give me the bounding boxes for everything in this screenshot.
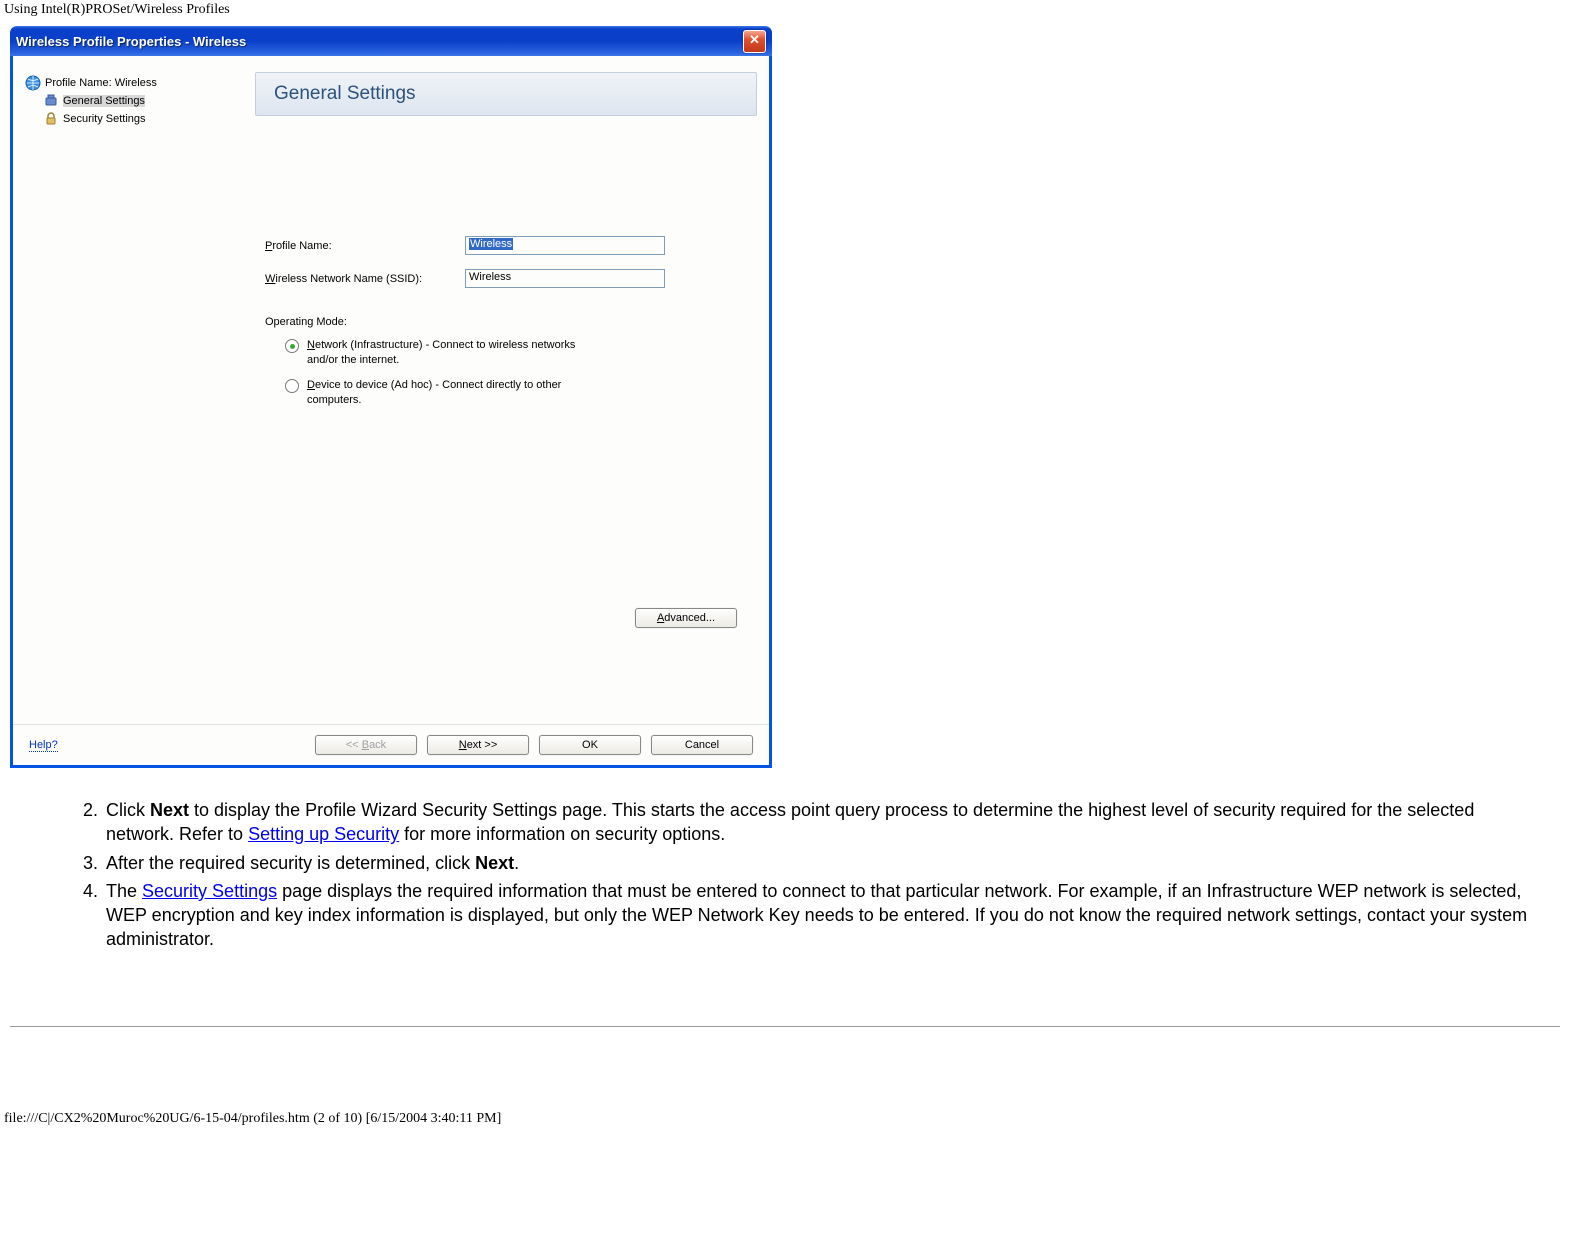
help-link[interactable]: Help? [29,739,58,752]
globe-icon [25,75,41,91]
page-header: Using Intel(R)PROSet/Wireless Profiles [0,0,1570,20]
next-button[interactable]: Next >> [427,735,529,755]
radio-infra-label: Network (Infrastructure) - Connect to wi… [307,338,587,368]
sidebar-security-label: Security Settings [63,113,146,125]
cancel-button[interactable]: Cancel [651,735,753,755]
ssid-input[interactable]: Wireless [465,269,665,288]
main-panel: General Settings Profile Name: Wireless … [255,72,757,712]
profile-name-label: Profile Name: [265,240,465,252]
sidebar-item-general[interactable]: General Settings [43,92,237,110]
dialog-screenshot: Wireless Profile Properties - Wireless ✕… [10,26,772,768]
close-icon[interactable]: ✕ [743,30,766,53]
panel-title: General Settings [255,72,757,116]
sidebar-general-label: General Settings [63,95,145,107]
ok-button[interactable]: OK [539,735,641,755]
divider [10,1026,1560,1027]
dialog-bottom-bar: Help? << Back Next >> OK Cancel [13,724,769,765]
wizard-sidebar: Profile Name: Wireless General Settings … [25,72,237,712]
window-title: Wireless Profile Properties - Wireless [16,34,743,49]
sidebar-item-security[interactable]: Security Settings [43,110,237,128]
list-item: 4. The Security Settings page displays t… [70,879,1542,952]
advanced-button[interactable]: Advanced... [635,608,737,628]
link-security-settings[interactable]: Security Settings [142,881,277,901]
list-item: 3. After the required security is determ… [70,851,1542,875]
page-footer: file:///C|/CX2%20Muroc%20UG/6-15-04/prof… [0,1107,1570,1131]
radio-adhoc-label: Device to device (Ad hoc) - Connect dire… [307,378,587,408]
radio-icon [285,379,299,393]
operating-mode-label: Operating Mode: [265,316,747,328]
lock-icon [43,111,59,127]
link-setting-up-security[interactable]: Setting up Security [248,824,399,844]
settings-icon [43,93,59,109]
radio-adhoc[interactable]: Device to device (Ad hoc) - Connect dire… [285,378,747,408]
radio-icon [285,339,299,353]
radio-infrastructure[interactable]: Network (Infrastructure) - Connect to wi… [285,338,747,368]
document-body: 2. Click Next to display the Profile Wiz… [0,788,1570,966]
sidebar-profile-label: Profile Name: Wireless [45,77,157,89]
profile-name-input[interactable]: Wireless [465,236,665,255]
sidebar-item-profile[interactable]: Profile Name: Wireless [25,74,237,92]
back-button: << Back [315,735,417,755]
window-titlebar[interactable]: Wireless Profile Properties - Wireless ✕ [10,26,772,56]
ssid-label: Wireless Network Name (SSID): [265,273,465,285]
list-item: 2. Click Next to display the Profile Wiz… [70,798,1542,847]
